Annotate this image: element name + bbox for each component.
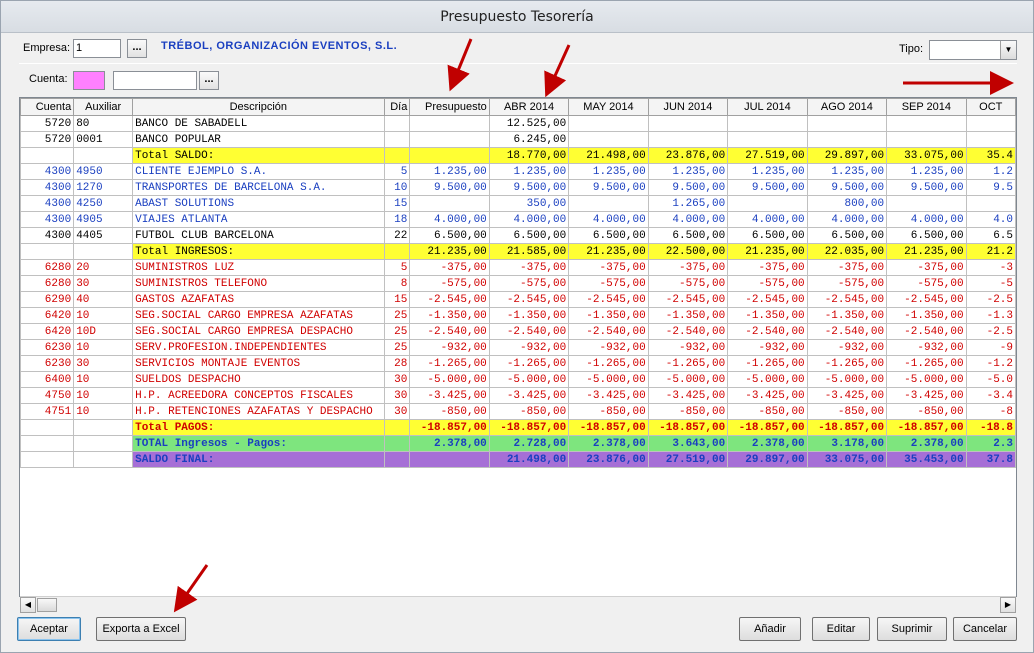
presupuesto-window: Presupuesto Tesorería Empresa: 1 ... TRÉ… (0, 0, 1034, 653)
arrow-month-icon (544, 44, 571, 98)
annotation-arrows (173, 38, 1014, 613)
arrow-export-icon (173, 564, 209, 613)
arrow-presupuesto-icon (447, 38, 473, 92)
